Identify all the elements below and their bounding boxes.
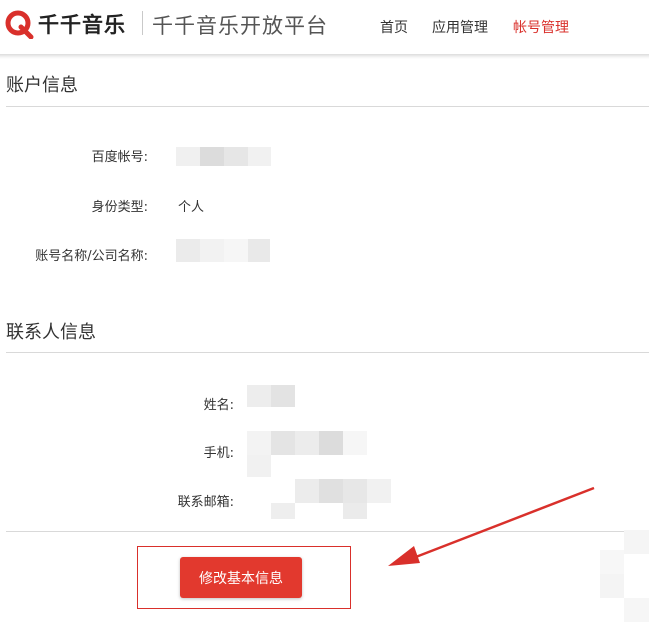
identity-type-value: 个人 (178, 200, 205, 215)
baidu-account-label: 百度帐号: (91, 150, 148, 165)
header-shadow (0, 54, 649, 59)
nav-account-management[interactable]: 帐号管理 (513, 17, 569, 37)
nav-app-management[interactable]: 应用管理 (432, 17, 488, 37)
annotation-arrow-icon (388, 486, 595, 566)
section-title-contact-info: 联系人信息 (6, 322, 96, 343)
section-title-account-info: 账户信息 (6, 75, 78, 96)
phone-label: 手机: (203, 446, 234, 461)
logo-text: 千千音乐 (38, 13, 126, 37)
nav-home[interactable]: 首页 (380, 17, 408, 37)
identity-type-label: 身份类型: (91, 200, 148, 215)
section-divider (6, 106, 649, 107)
email-label: 联系邮箱: (177, 495, 234, 510)
brand-logo[interactable]: 千千音乐 (5, 9, 126, 39)
section-divider (6, 352, 649, 353)
top-header: 千千音乐 千千音乐开放平台 首页 应用管理 帐号管理 (0, 0, 649, 54)
qianqian-logo-icon (5, 10, 34, 39)
edit-basic-info-button[interactable]: 修改基本信息 (180, 557, 302, 598)
header-separator (142, 11, 143, 35)
contact-name-label: 姓名: (203, 398, 234, 413)
account-name-label: 账号名称/公司名称: (35, 249, 148, 264)
platform-title: 千千音乐开放平台 (152, 14, 328, 38)
